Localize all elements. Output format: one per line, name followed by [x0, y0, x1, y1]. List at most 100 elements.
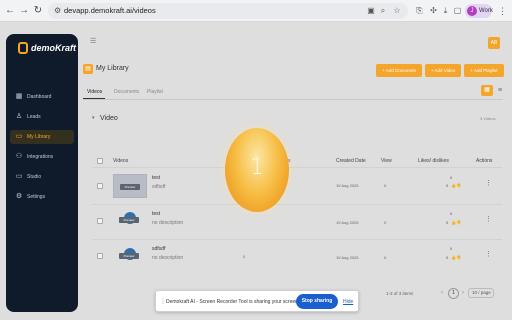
row-actions-icon[interactable]: ⋮: [485, 216, 492, 224]
video-thumbnail[interactable]: Preview: [113, 174, 147, 198]
view-count: 0: [384, 183, 387, 188]
profile-chip[interactable]: J Work: [465, 4, 493, 18]
address-bar[interactable]: ⚙ devapp.demokraft.ai/videos ▣ ⌕ ☆: [48, 3, 408, 19]
row-divider: [92, 239, 502, 240]
zoom-icon[interactable]: ⌕: [378, 6, 388, 16]
video-thumbnail[interactable]: Preview: [113, 208, 147, 232]
browser-toolbar: ← → ↻ ⚙ devapp.demokraft.ai/videos ▣ ⌕ ☆…: [0, 0, 512, 22]
sidebar-item-label: Integrations: [27, 154, 54, 160]
prev-page-icon[interactable]: ‹: [438, 288, 446, 298]
tab-videos[interactable]: Videos: [87, 87, 102, 97]
profile-avatar: J: [467, 6, 477, 16]
likes-count: 0: [450, 175, 453, 180]
reload-icon[interactable]: ↻: [32, 4, 44, 18]
likes-count: 0: [450, 246, 453, 251]
tab-documents[interactable]: Documents: [114, 87, 139, 97]
list-view-button[interactable]: ≡: [495, 85, 505, 96]
bookmark-star-icon[interactable]: ☆: [392, 6, 402, 16]
countdown-number: 1: [250, 155, 264, 180]
forward-icon[interactable]: →: [18, 4, 30, 18]
hide-link[interactable]: Hide: [343, 298, 353, 306]
dislikes-count: 0: [446, 255, 449, 260]
column-header-videos[interactable]: Videos: [113, 157, 128, 165]
column-header-view[interactable]: View: [381, 157, 392, 165]
likes-count: 0: [450, 211, 453, 216]
plug-icon: ⚇: [15, 153, 23, 160]
browser-menu-icon[interactable]: ⋮: [498, 5, 507, 17]
sidebar: demoKraft ▦ Dashboard ♙ Leads ▭ My Libra…: [6, 34, 78, 312]
sidebar-item-label: Dashboard: [27, 94, 52, 100]
created-date: 19 Aug 2025: [336, 255, 359, 260]
next-page-icon[interactable]: ›: [459, 288, 467, 298]
back-icon[interactable]: ←: [4, 4, 16, 18]
recording-countdown: 1: [225, 128, 289, 212]
per-page-select[interactable]: 10 / page: [468, 288, 494, 298]
extension-icon[interactable]: ⎘: [414, 5, 425, 17]
video-description: sdfsdf: [152, 184, 166, 190]
sidebar-item-integrations[interactable]: ⚇ Integrations: [10, 150, 74, 164]
select-all-checkbox[interactable]: [97, 158, 103, 164]
monitor-icon: ▭: [15, 173, 23, 180]
video-title[interactable]: sdfsdf: [152, 246, 165, 253]
stop-sharing-button[interactable]: Stop sharing: [296, 294, 338, 309]
cast-icon[interactable]: ▣: [366, 6, 376, 16]
tabs-divider: [83, 99, 503, 100]
sidebar-item-label: Leads: [27, 114, 41, 120]
add-video-button[interactable]: + Add Video: [425, 64, 461, 77]
video-title[interactable]: test: [152, 175, 160, 182]
person-icon: ♙: [15, 113, 23, 120]
page-number[interactable]: 1: [448, 288, 459, 299]
url-text[interactable]: devapp.demokraft.ai/videos: [64, 5, 156, 17]
sidebar-item-dashboard[interactable]: ▦ Dashboard: [10, 90, 74, 104]
row-actions-icon[interactable]: ⋮: [485, 180, 492, 188]
site-info-icon[interactable]: ⚙: [54, 6, 62, 16]
column-header-actions: Actions: [476, 158, 493, 164]
thumbnail-badge: Preview: [120, 184, 140, 190]
tab-group-icon[interactable]: ▢: [452, 5, 463, 17]
view-count: 0: [384, 220, 387, 225]
header-divider: [92, 167, 502, 168]
row-checkbox[interactable]: [97, 253, 103, 259]
library-icon: ▤: [83, 64, 93, 74]
thumbs-icon: 👍👎: [451, 183, 461, 188]
grid-view-button[interactable]: ▦: [481, 85, 493, 96]
tags-count: 0: [243, 254, 246, 259]
sidebar-item-label: Settings: [27, 194, 46, 200]
dislikes-count: 0: [446, 220, 449, 225]
sidebar-item-my-library[interactable]: ▭ My Library: [10, 130, 74, 144]
add-playlist-button[interactable]: + Add Playlist: [464, 64, 504, 77]
sharing-message: Demokraft AI - Screen Recorder Tool is s…: [166, 299, 300, 305]
video-title[interactable]: test: [152, 211, 160, 218]
column-header-created-date[interactable]: Created Date: [336, 157, 366, 165]
video-description: no description: [152, 220, 184, 226]
pagination-summary: 1-3 of 3 items: [386, 291, 414, 296]
drag-handle-icon[interactable]: ⋮: [160, 297, 166, 307]
video-thumbnail[interactable]: Preview: [113, 244, 147, 268]
video-description: no description: [152, 255, 184, 261]
folder-icon: ▭: [15, 133, 23, 140]
tab-playlist[interactable]: Playlist: [147, 87, 163, 97]
thumbnail-badge: Preview: [119, 217, 139, 223]
section-title: Video: [100, 115, 118, 122]
account-button[interactable]: AB: [488, 37, 500, 49]
column-header-likes[interactable]: Likes/ dislikes: [418, 157, 449, 165]
row-actions-icon[interactable]: ⋮: [485, 251, 492, 259]
sidebar-item-label: Studio: [27, 174, 42, 180]
row-checkbox[interactable]: [97, 183, 103, 189]
chevron-down-icon[interactable]: ▾: [92, 115, 98, 121]
view-count: 0: [384, 255, 387, 260]
sidebar-item-studio[interactable]: ▭ Studio: [10, 170, 74, 184]
logo-icon: [18, 42, 28, 54]
thumbs-icon: 👍👎: [451, 220, 461, 225]
row-checkbox[interactable]: [97, 218, 103, 224]
extensions-puzzle-icon[interactable]: ✣: [428, 5, 439, 17]
add-document-button[interactable]: + Add Document: [376, 64, 422, 77]
page-title: My Library: [96, 65, 129, 72]
collapse-sidebar-icon[interactable]: ☰: [90, 38, 98, 46]
download-icon[interactable]: ⤓: [440, 5, 451, 17]
sidebar-item-leads[interactable]: ♙ Leads: [10, 110, 74, 124]
created-date: 19 Aug 2025: [336, 183, 359, 188]
sidebar-item-settings[interactable]: ⚙ Settings: [10, 190, 74, 204]
created-date: 19 Aug 2025: [336, 220, 359, 225]
dislikes-count: 0: [446, 183, 449, 188]
